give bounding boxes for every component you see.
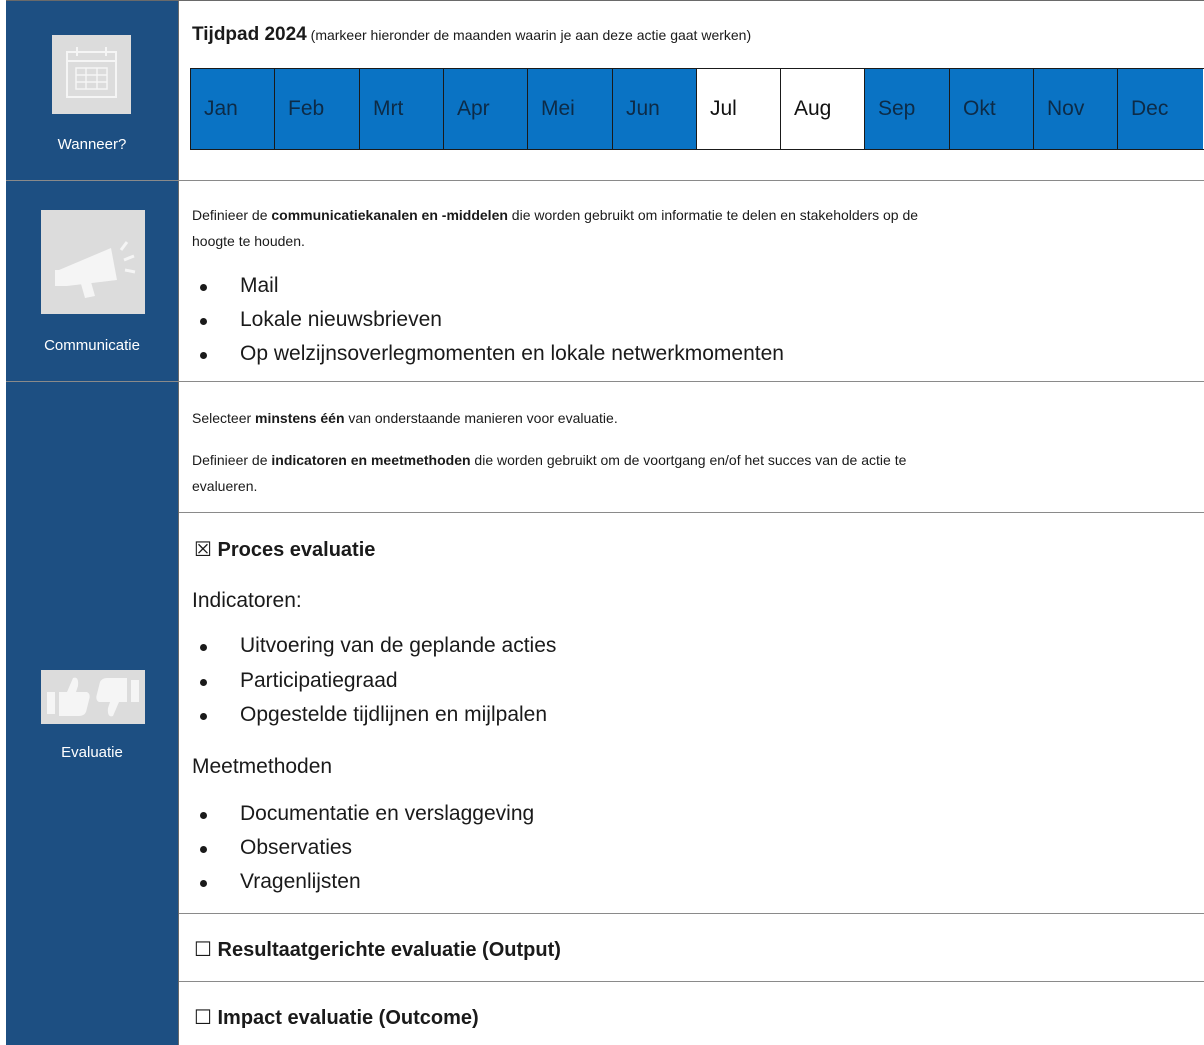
bullet: [200, 284, 207, 291]
communication-item: Op welzijnsoverlegmomenten en lokale net…: [240, 342, 784, 365]
outcome-title: Impact evaluatie (Outcome): [217, 1007, 479, 1029]
row-divider: [6, 381, 1204, 382]
timeline-subtitle: (markeer hieronder de maanden waarin je …: [310, 27, 752, 43]
calendar-icon: [52, 35, 131, 114]
indicator-item: Opgestelde tijdlijnen en mijlpalen: [240, 703, 548, 726]
method-item: Observaties: [240, 836, 353, 859]
month-cell-jun[interactable]: Jun: [613, 69, 697, 149]
evaluation-select-bold: minstens één: [255, 410, 345, 426]
evaluation-define-text: Definieer de indicatoren en meetmethoden…: [192, 448, 906, 472]
month-cell-mei[interactable]: Mei: [528, 69, 613, 149]
evaluation-define-text-part: Definieer de: [192, 452, 272, 468]
month-cell-nov[interactable]: Nov: [1034, 69, 1118, 149]
row-divider: [6, 180, 1204, 181]
communication-item: Lokale nieuwsbrieven: [240, 308, 442, 331]
month-cell-jan[interactable]: Jan: [191, 69, 275, 149]
month-cell-aug[interactable]: Aug: [781, 69, 865, 149]
outcome-checkbox[interactable]: ☐: [194, 1007, 212, 1029]
month-cell-apr[interactable]: Apr: [444, 69, 528, 149]
communication-intro-bold: communicatiekanalen en -middelen: [271, 207, 508, 223]
month-cell-dec[interactable]: Dec: [1118, 69, 1203, 149]
communication-intro-line2: hoogte te houden.: [192, 233, 305, 249]
timeline-title: Tijdpad 2024 (markeer hieronder de maand…: [192, 24, 751, 46]
sidebar-label-when: Wanneer?: [57, 136, 127, 153]
process-checkbox[interactable]: ☒: [194, 539, 212, 561]
communication-item: Mail: [240, 274, 279, 297]
evaluation-select-text-part: van onderstaande manieren voor evaluatie…: [344, 410, 618, 426]
bullet: [200, 318, 207, 325]
evaluation-define-text-part: die worden gebruikt om de voortgang en/o…: [470, 452, 907, 468]
communication-intro-text: die worden gebruikt om informatie te del…: [507, 207, 919, 223]
communication-intro-text: Definieer de: [192, 207, 272, 223]
megaphone-icon: [41, 210, 145, 314]
month-cell-okt[interactable]: Okt: [950, 69, 1034, 149]
output-checkbox[interactable]: ☐: [194, 939, 212, 961]
indicator-item: Uitvoering van de geplande acties: [240, 634, 557, 657]
column-divider: [178, 0, 179, 1045]
evaluation-select-text-part: Selecteer: [192, 410, 256, 426]
outcome-evaluation-option[interactable]: ☐ Impact evaluatie (Outcome): [194, 1005, 479, 1030]
evaluation-define-bold: indicatoren en meetmethoden: [271, 452, 471, 468]
indicator-item: Participatiegraad: [240, 669, 398, 692]
top-border: [6, 0, 1204, 1]
bullet: [200, 846, 207, 853]
thumbs-up-down-icon: [41, 670, 145, 724]
methods-label: Meetmethoden: [192, 755, 333, 778]
month-cell-jul[interactable]: Jul: [697, 69, 781, 149]
month-cell-feb[interactable]: Feb: [275, 69, 360, 149]
month-cell-mrt[interactable]: Mrt: [360, 69, 444, 149]
subrow-divider: [179, 913, 1204, 914]
subrow-divider: [179, 512, 1204, 513]
sidebar-label-evaluation: Evaluatie: [61, 744, 123, 761]
bullet: [200, 352, 207, 359]
method-item: Vragenlijsten: [240, 870, 361, 893]
bullet: [200, 880, 207, 887]
bullet: [200, 713, 207, 720]
bullet: [200, 812, 207, 819]
output-title: Resultaatgerichte evaluatie (Output): [217, 939, 561, 961]
subrow-divider: [179, 981, 1204, 982]
sidebar-label-communication: Communicatie: [44, 337, 140, 354]
evaluation-define-line2: evalueren.: [192, 478, 258, 494]
bullet: [200, 679, 207, 686]
process-title: Proces evaluatie: [217, 539, 376, 561]
process-evaluation-option[interactable]: ☒ Proces evaluatie: [194, 537, 375, 562]
month-cell-sep[interactable]: Sep: [865, 69, 950, 149]
timeline-title-bold: Tijdpad 2024: [192, 24, 307, 45]
bullet: [200, 644, 207, 651]
evaluation-select-text: Selecteer minstens één van onderstaande …: [192, 406, 618, 430]
output-evaluation-option[interactable]: ☐ Resultaatgerichte evaluatie (Output): [194, 937, 561, 962]
method-item: Documentatie en verslaggeving: [240, 802, 535, 825]
indicators-label: Indicatoren:: [192, 589, 302, 612]
communication-intro: Definieer de communicatiekanalen en -mid…: [192, 203, 918, 227]
